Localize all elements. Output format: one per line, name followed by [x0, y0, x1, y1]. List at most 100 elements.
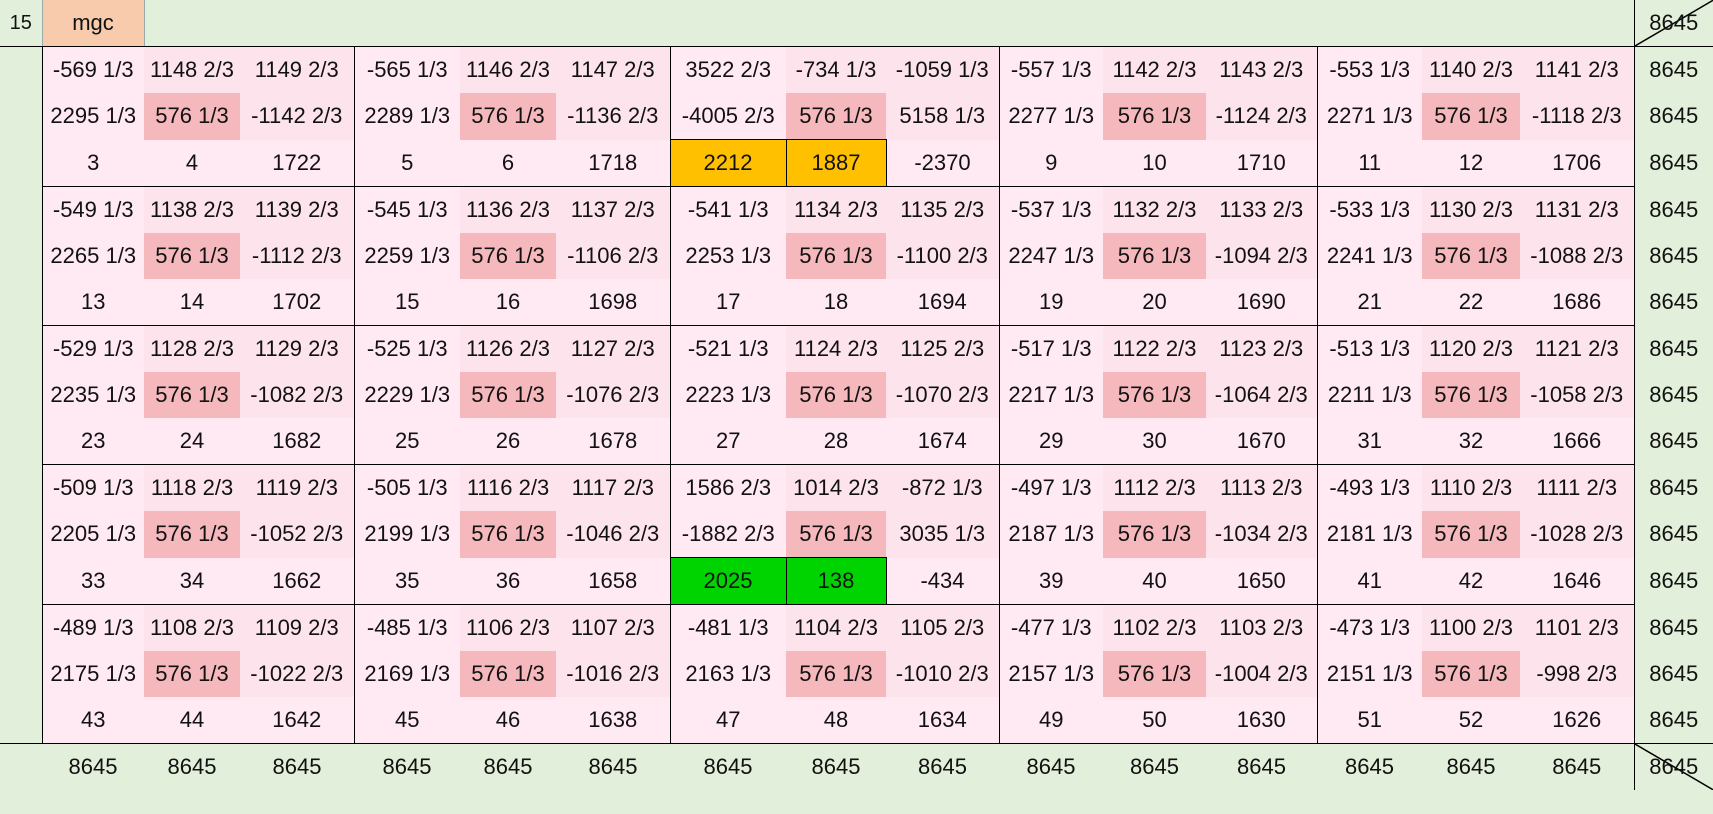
- grid-cell[interactable]: 28: [786, 418, 886, 465]
- row-sum-cell[interactable]: 8645: [1633, 325, 1713, 372]
- grid-cell[interactable]: 2253 1/3: [669, 233, 786, 279]
- grid-cell[interactable]: 1642: [240, 697, 354, 744]
- grid-cell[interactable]: 1706: [1520, 139, 1635, 187]
- grid-cell[interactable]: 576 1/3: [460, 651, 556, 697]
- label-cell[interactable]: mgc: [42, 0, 145, 47]
- grid-cell[interactable]: 2277 1/3: [998, 93, 1103, 140]
- grid-cell[interactable]: 20: [1103, 279, 1206, 326]
- grid-cell[interactable]: 576 1/3: [460, 233, 556, 279]
- grid-cell[interactable]: 45: [353, 697, 460, 744]
- grid-cell[interactable]: 1134 2/3: [786, 186, 886, 233]
- grid-cell[interactable]: -1010 2/3: [886, 651, 999, 697]
- grid-cell[interactable]: 1698: [556, 279, 670, 326]
- grid-cell[interactable]: -533 1/3: [1316, 186, 1422, 233]
- row-sum-cell[interactable]: 8645: [1633, 279, 1713, 326]
- grid-cell[interactable]: -489 1/3: [41, 604, 144, 651]
- column-sum-cell[interactable]: 8645: [786, 743, 886, 790]
- grid-cell[interactable]: 2247 1/3: [998, 233, 1103, 279]
- column-sum-cell[interactable]: 8645: [144, 743, 240, 790]
- grid-cell[interactable]: 576 1/3: [1422, 511, 1520, 558]
- grid-cell[interactable]: 19: [998, 279, 1103, 326]
- column-sum-cell[interactable]: 8645: [1422, 743, 1520, 790]
- grid-cell[interactable]: -1028 2/3: [1520, 511, 1635, 558]
- row-sum-cell[interactable]: 8645: [1633, 93, 1713, 140]
- grid-cell[interactable]: 1646: [1520, 557, 1635, 605]
- row-sum-cell[interactable]: 8645: [1633, 372, 1713, 418]
- grid-cell[interactable]: 1100 2/3: [1422, 604, 1520, 651]
- grid-cell[interactable]: -4005 2/3: [669, 93, 786, 140]
- column-sum-cell[interactable]: 8645: [240, 743, 354, 790]
- grid-cell[interactable]: 17: [669, 279, 786, 326]
- grid-cell[interactable]: 1104 2/3: [786, 604, 886, 651]
- grid-cell[interactable]: -1136 2/3: [556, 93, 670, 140]
- grid-cell[interactable]: 18: [786, 279, 886, 326]
- grid-cell[interactable]: 1112 2/3: [1103, 464, 1206, 511]
- grid-cell[interactable]: 26: [460, 418, 556, 465]
- grid-cell[interactable]: 1690: [1206, 279, 1317, 326]
- grid-cell[interactable]: 27: [669, 418, 786, 465]
- grid-cell[interactable]: 42: [1422, 557, 1520, 605]
- grid-cell[interactable]: 1126 2/3: [460, 325, 556, 372]
- empty-cell[interactable]: [144, 0, 240, 47]
- grid-cell[interactable]: 1634: [886, 697, 999, 744]
- grid-cell[interactable]: 5: [353, 139, 460, 187]
- grid-cell[interactable]: 1718: [556, 139, 670, 187]
- grid-cell[interactable]: 34: [144, 557, 240, 605]
- grid-cell[interactable]: -1016 2/3: [556, 651, 670, 697]
- grid-cell[interactable]: -541 1/3: [669, 186, 786, 233]
- grid-cell[interactable]: 576 1/3: [460, 511, 556, 558]
- grid-cell[interactable]: 576 1/3: [786, 511, 886, 558]
- grid-cell[interactable]: 1148 2/3: [144, 46, 240, 93]
- grid-cell[interactable]: 1116 2/3: [460, 464, 556, 511]
- grid-cell[interactable]: -1100 2/3: [886, 233, 999, 279]
- grid-cell[interactable]: 1130 2/3: [1422, 186, 1520, 233]
- grid-cell[interactable]: 1108 2/3: [144, 604, 240, 651]
- grid-cell[interactable]: 2295 1/3: [41, 93, 144, 140]
- grid-cell[interactable]: 2205 1/3: [41, 511, 144, 558]
- grid-cell[interactable]: 1141 2/3: [1520, 46, 1635, 93]
- grid-cell[interactable]: 39: [998, 557, 1103, 605]
- column-sum-cell[interactable]: 8645: [999, 743, 1103, 790]
- grid-cell[interactable]: -549 1/3: [41, 186, 144, 233]
- grid-cell[interactable]: 40: [1103, 557, 1206, 605]
- grid-cell[interactable]: -1106 2/3: [556, 233, 670, 279]
- row-index-cell[interactable]: 15: [0, 0, 43, 47]
- grid-cell[interactable]: 576 1/3: [144, 372, 240, 418]
- grid-cell[interactable]: -493 1/3: [1316, 464, 1422, 511]
- grid-cell[interactable]: 2229 1/3: [353, 372, 460, 418]
- grid-cell[interactable]: 2217 1/3: [998, 372, 1103, 418]
- grid-cell[interactable]: 1105 2/3: [886, 604, 999, 651]
- grid-cell[interactable]: 4: [144, 139, 240, 187]
- grid-cell[interactable]: 1662: [240, 557, 354, 605]
- grid-cell[interactable]: 576 1/3: [1103, 511, 1206, 558]
- grid-cell[interactable]: 29: [998, 418, 1103, 465]
- grid-cell[interactable]: 1674: [886, 418, 999, 465]
- grid-cell[interactable]: 2212: [669, 139, 787, 187]
- row-sum-cell[interactable]: 8645: [1633, 651, 1713, 697]
- empty-cell[interactable]: [786, 0, 886, 47]
- row-sum-cell[interactable]: 8645: [1633, 511, 1713, 558]
- grid-cell[interactable]: 3: [41, 139, 144, 187]
- empty-cell[interactable]: [999, 0, 1103, 47]
- grid-cell[interactable]: 1638: [556, 697, 670, 744]
- grid-cell[interactable]: 1113 2/3: [1206, 464, 1317, 511]
- grid-cell[interactable]: 2025: [669, 557, 787, 605]
- grid-cell[interactable]: 1102 2/3: [1103, 604, 1206, 651]
- grid-cell[interactable]: 1106 2/3: [460, 604, 556, 651]
- column-sum-cell[interactable]: 8645: [556, 743, 670, 790]
- grid-cell[interactable]: 1123 2/3: [1206, 325, 1317, 372]
- grid-cell[interactable]: 25: [353, 418, 460, 465]
- grid-cell[interactable]: 1626: [1520, 697, 1635, 744]
- grid-cell[interactable]: 576 1/3: [786, 651, 886, 697]
- grid-cell[interactable]: 1694: [886, 279, 999, 326]
- grid-cell[interactable]: 9: [998, 139, 1103, 187]
- row-sum-cell[interactable]: 8645: [1633, 139, 1713, 187]
- grid-cell[interactable]: 1101 2/3: [1520, 604, 1635, 651]
- grid-cell[interactable]: 1014 2/3: [786, 464, 886, 511]
- grid-cell[interactable]: 1135 2/3: [886, 186, 999, 233]
- grid-cell[interactable]: 2175 1/3: [41, 651, 144, 697]
- grid-cell[interactable]: 2271 1/3: [1316, 93, 1422, 140]
- grid-cell[interactable]: 43: [41, 697, 144, 744]
- grid-cell[interactable]: 576 1/3: [786, 93, 886, 140]
- grid-cell[interactable]: 1658: [556, 557, 670, 605]
